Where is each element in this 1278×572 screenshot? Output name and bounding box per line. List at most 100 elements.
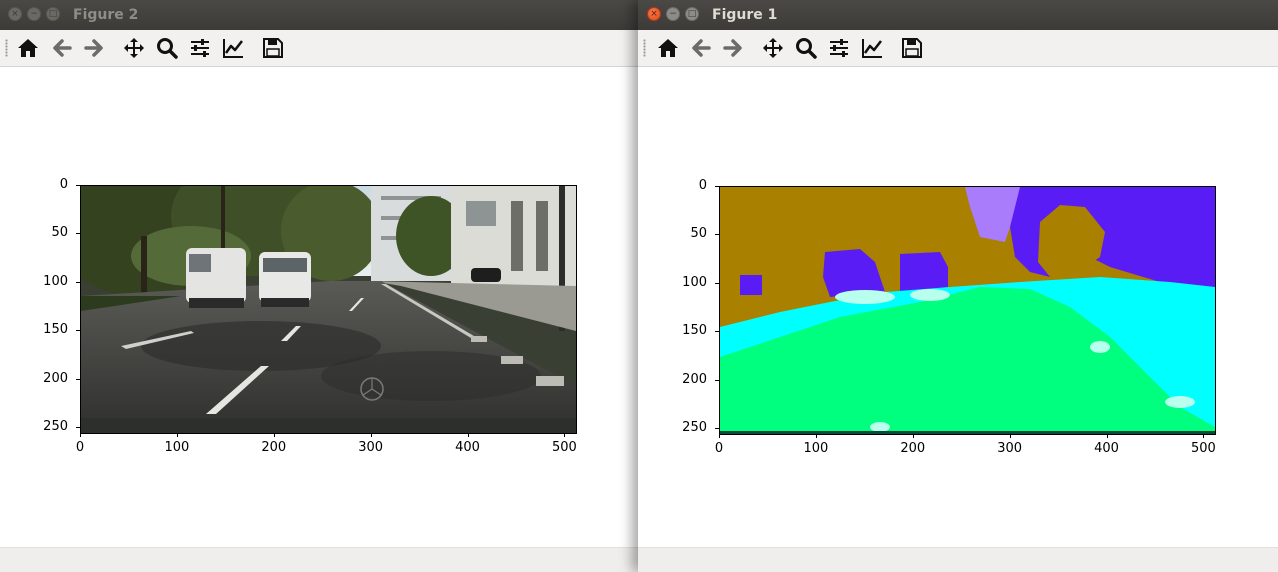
save-button[interactable] <box>900 36 924 60</box>
x-tick-mark <box>1106 434 1108 438</box>
home-icon <box>18 39 38 57</box>
x-tick-mark <box>1203 434 1205 438</box>
y-tick-mark <box>715 331 719 333</box>
maximize-button[interactable]: □ <box>685 7 699 21</box>
x-tick-mark <box>273 433 275 437</box>
pan-button[interactable] <box>122 36 146 60</box>
x-tick-label: 300 <box>997 441 1023 456</box>
y-tick-mark <box>715 234 719 236</box>
x-tick-mark <box>1009 434 1011 438</box>
window-title: Figure 1 <box>712 7 778 23</box>
x-tick-mark <box>370 433 372 437</box>
y-tick-label: 0 <box>59 177 68 192</box>
navigation-toolbar <box>0 30 640 67</box>
y-tick-label: 50 <box>690 226 707 242</box>
y-tick-mark <box>715 379 719 381</box>
y-tick-mark <box>76 185 80 186</box>
x-tick-label: 300 <box>358 440 384 455</box>
edit-axis-icon <box>223 39 243 58</box>
y-tick-label: 50 <box>51 225 68 241</box>
street-scene-image <box>81 186 576 433</box>
x-tick-label: 100 <box>164 440 190 455</box>
x-tick-label: 0 <box>75 440 85 455</box>
x-tick-mark <box>815 434 817 438</box>
x-tick-mark <box>80 433 81 437</box>
y-tick-label: 200 <box>43 370 68 386</box>
x-tick-label: 200 <box>900 441 926 456</box>
configure-subplots-icon <box>830 39 848 57</box>
zoom-icon <box>157 38 178 59</box>
edit-axis-button[interactable] <box>221 36 245 60</box>
y-tick-mark <box>715 428 719 430</box>
x-tick-mark <box>719 434 720 438</box>
configure-subplots-button[interactable] <box>188 36 212 60</box>
y-tick-label: 100 <box>682 274 707 290</box>
forward-arrow-icon <box>723 39 742 57</box>
x-tick-mark <box>912 434 914 438</box>
y-tick-mark <box>715 186 719 187</box>
y-tick-mark <box>76 233 80 235</box>
figure-canvas[interactable]: 0 50 100 150 200 250 0 100 200 300 400 500 <box>638 67 1278 548</box>
y-tick-mark <box>715 282 719 284</box>
x-tick-label: 500 <box>551 440 577 455</box>
segmentation-axes <box>719 186 1216 435</box>
home-button[interactable] <box>16 36 40 60</box>
title-bar[interactable]: × − □ Figure 1 <box>638 0 1278 30</box>
segmentation-mask-image <box>720 187 1215 434</box>
y-tick-mark <box>76 427 80 429</box>
figure-canvas[interactable]: 0 50 100 150 200 250 0 100 200 300 400 500 <box>0 67 640 548</box>
x-tick-mark <box>176 433 178 437</box>
x-tick-label: 500 <box>1190 441 1216 456</box>
toolbar-grip[interactable] <box>5 39 8 57</box>
x-tick-label: 400 <box>1094 441 1119 456</box>
figure-2-window: × − □ Figure 2 0 50 100 150 200 250 0 10… <box>0 0 640 572</box>
y-tick-label: 0 <box>698 178 707 193</box>
x-tick-mark <box>564 433 566 437</box>
save-icon <box>263 38 283 58</box>
back-button[interactable] <box>50 36 74 60</box>
home-button[interactable] <box>656 36 680 60</box>
minimize-button[interactable]: − <box>666 7 680 21</box>
zoom-button[interactable] <box>155 36 179 60</box>
save-icon <box>902 38 922 58</box>
close-button[interactable]: × <box>647 7 661 21</box>
y-tick-mark <box>76 281 80 283</box>
edit-axis-button[interactable] <box>860 36 884 60</box>
back-button[interactable] <box>689 36 713 60</box>
x-tick-label: 0 <box>714 441 724 456</box>
x-tick-mark <box>467 433 469 437</box>
x-tick-label: 100 <box>803 441 829 456</box>
status-bar <box>638 547 1278 572</box>
back-arrow-icon <box>53 39 72 57</box>
home-icon <box>658 39 678 57</box>
status-bar <box>0 547 640 572</box>
forward-arrow-icon <box>84 39 103 57</box>
zoom-icon <box>796 38 817 59</box>
y-tick-label: 250 <box>43 419 68 435</box>
maximize-button[interactable]: □ <box>46 7 60 21</box>
x-tick-label: 400 <box>455 440 480 455</box>
x-tick-label: 200 <box>261 440 287 455</box>
configure-subplots-icon <box>191 39 209 57</box>
toolbar-grip[interactable] <box>643 39 646 57</box>
configure-subplots-button[interactable] <box>827 36 851 60</box>
close-button[interactable]: × <box>8 7 22 21</box>
zoom-button[interactable] <box>794 36 818 60</box>
window-title: Figure 2 <box>73 7 139 23</box>
title-bar[interactable]: × − □ Figure 2 <box>0 0 640 30</box>
edit-axis-icon <box>862 39 882 58</box>
save-button[interactable] <box>261 36 285 60</box>
y-tick-label: 150 <box>43 322 68 338</box>
pan-icon <box>763 38 783 58</box>
y-tick-mark <box>76 378 80 380</box>
y-tick-mark <box>76 330 80 332</box>
forward-button[interactable] <box>82 36 106 60</box>
y-tick-label: 150 <box>682 323 707 339</box>
y-tick-label: 250 <box>682 420 707 436</box>
pan-icon <box>124 38 144 58</box>
forward-button[interactable] <box>721 36 745 60</box>
pan-button[interactable] <box>761 36 785 60</box>
minimize-button[interactable]: − <box>27 7 41 21</box>
y-tick-label: 100 <box>43 273 68 289</box>
navigation-toolbar <box>638 30 1278 67</box>
